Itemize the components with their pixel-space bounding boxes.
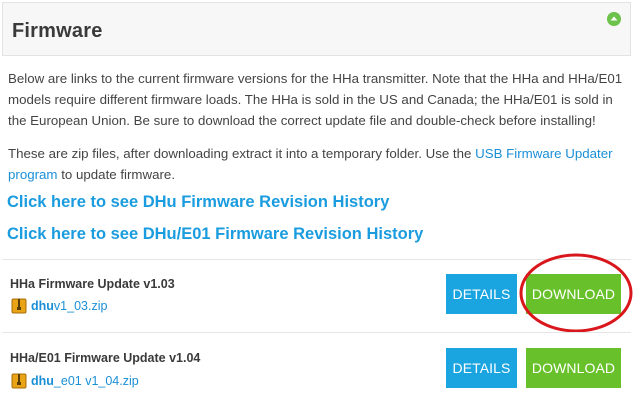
- dhu-e01-revision-history-link[interactable]: Click here to see DHu/E01 Firmware Revis…: [7, 225, 423, 244]
- file-name-suffix: _e01 v1_04.zip: [53, 374, 139, 388]
- firmware-file-link[interactable]: dhuv1_03.zip: [31, 299, 107, 313]
- divider: [2, 259, 631, 260]
- instructions-text-after: to update firmware.: [57, 167, 176, 182]
- dhu-revision-history-link[interactable]: Click here to see DHu Firmware Revision …: [7, 193, 389, 212]
- details-button[interactable]: DETAILS: [446, 274, 517, 314]
- firmware-section-header: Firmware: [2, 2, 631, 56]
- download-button[interactable]: DOWNLOAD: [526, 348, 621, 388]
- firmware-file-row: dhu_e01 v1_04.zip: [11, 372, 139, 390]
- zip-instructions-paragraph: These are zip files, after downloading e…: [8, 143, 632, 185]
- page-title: Firmware: [12, 20, 103, 42]
- file-name-prefix: dhu: [31, 299, 54, 313]
- up-arrow-circle-icon[interactable]: [606, 11, 622, 27]
- divider: [2, 332, 631, 333]
- firmware-file-link[interactable]: dhu_e01 v1_04.zip: [31, 374, 139, 388]
- firmware-file-row: dhuv1_03.zip: [11, 297, 107, 315]
- file-name-prefix: dhu: [31, 374, 54, 388]
- file-name-suffix: v1_03.zip: [53, 299, 108, 313]
- zip-file-icon: [11, 298, 27, 314]
- firmware-update-title: HHa/E01 Firmware Update v1.04: [10, 351, 201, 365]
- details-button[interactable]: DETAILS: [446, 348, 517, 388]
- instructions-text-before: These are zip files, after downloading e…: [8, 146, 476, 161]
- download-button[interactable]: DOWNLOAD: [526, 274, 621, 314]
- firmware-update-title: HHa Firmware Update v1.03: [10, 277, 175, 291]
- zip-file-icon: [11, 373, 27, 389]
- intro-paragraph: Below are links to the current firmware …: [8, 71, 623, 128]
